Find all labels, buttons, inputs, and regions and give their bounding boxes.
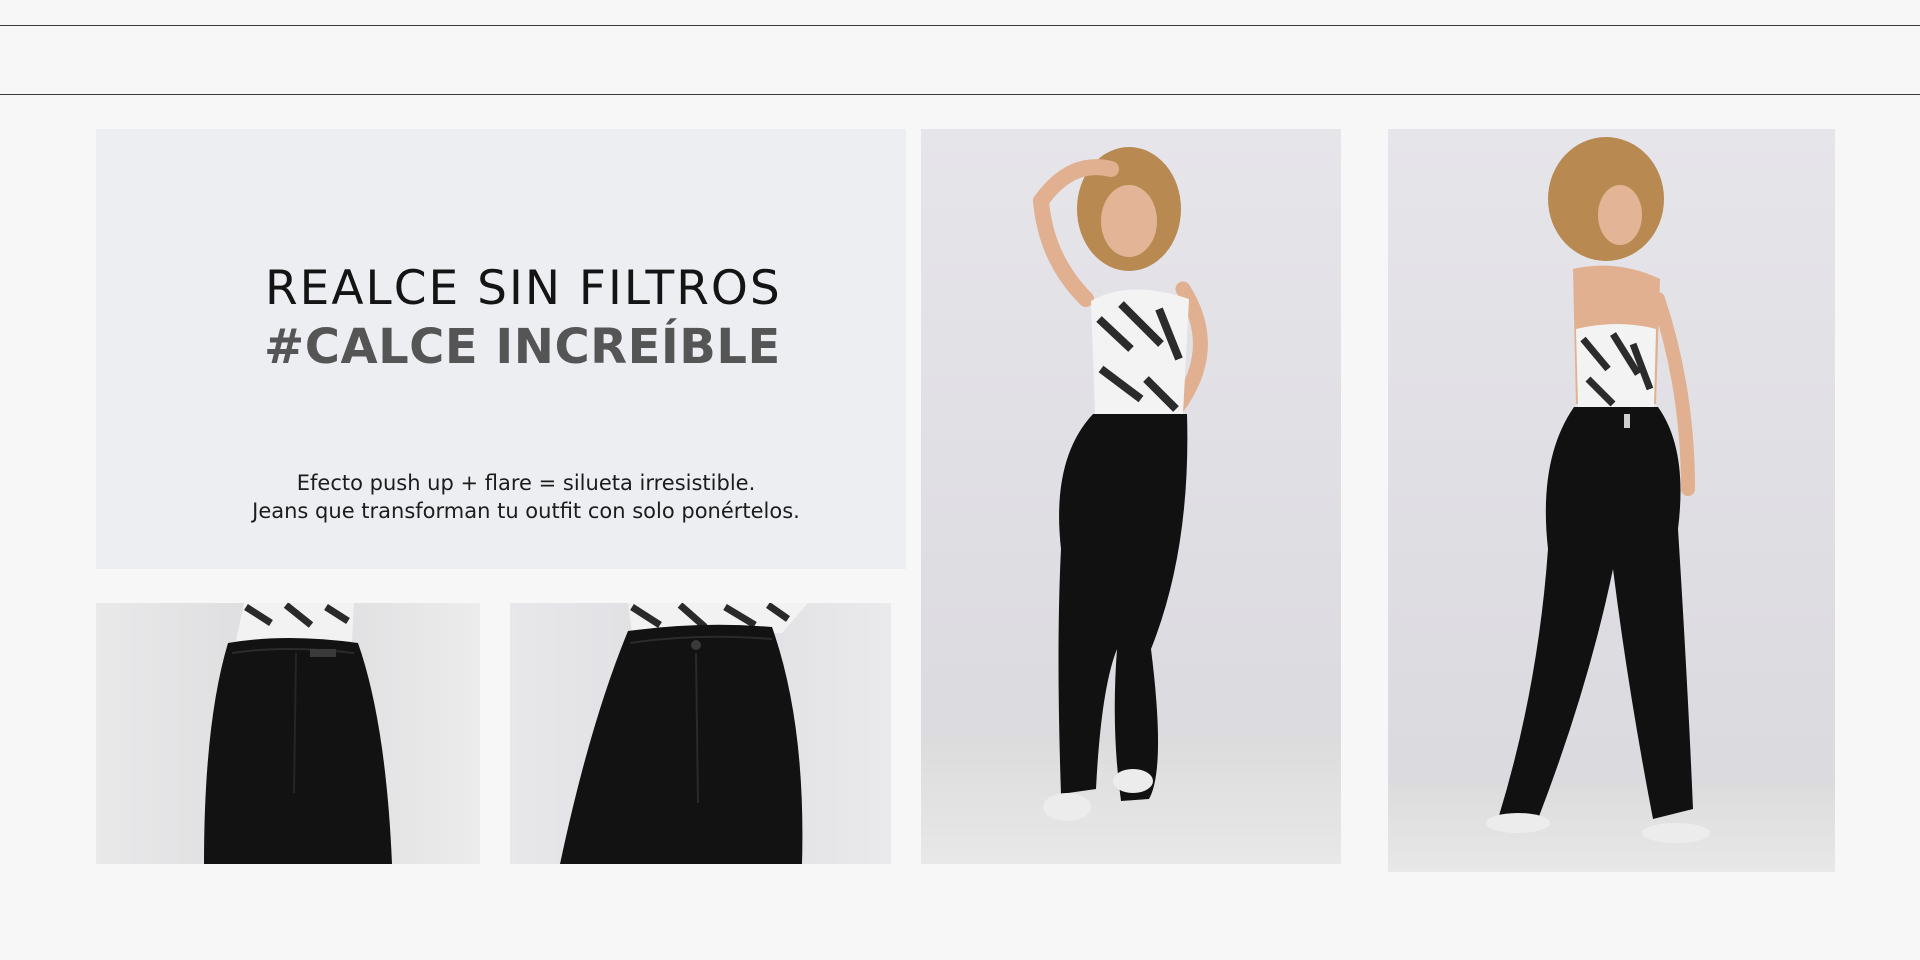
hero-description-line-2: Jeans que transforman tu outfit con solo… bbox=[252, 499, 800, 523]
jeans-front-closeup-photo[interactable] bbox=[510, 603, 891, 864]
model-front-illustration bbox=[1033, 147, 1208, 821]
model-back-photo[interactable] bbox=[1388, 129, 1835, 872]
jeans-back-closeup-illustration bbox=[204, 603, 392, 864]
hero-description-line-1: Efecto push up + flare = silueta irresis… bbox=[296, 471, 756, 495]
header-bottom-divider bbox=[0, 94, 1920, 95]
page: REALCE SIN FILTROS #CALCE INCREÍBLE Efec… bbox=[0, 0, 1920, 960]
jeans-back-closeup-photo[interactable] bbox=[96, 603, 480, 864]
model-front-photo[interactable] bbox=[921, 129, 1341, 864]
model-back-illustration bbox=[1486, 137, 1710, 843]
hero-title: REALCE SIN FILTROS bbox=[265, 261, 782, 316]
hero-description: Efecto push up + flare = silueta irresis… bbox=[96, 469, 906, 525]
jeans-front-closeup-illustration bbox=[560, 603, 808, 864]
header-top-divider bbox=[0, 25, 1920, 26]
hero-panel: REALCE SIN FILTROS #CALCE INCREÍBLE Efec… bbox=[96, 129, 906, 569]
hero-subtitle: #CALCE INCREÍBLE bbox=[264, 319, 781, 375]
